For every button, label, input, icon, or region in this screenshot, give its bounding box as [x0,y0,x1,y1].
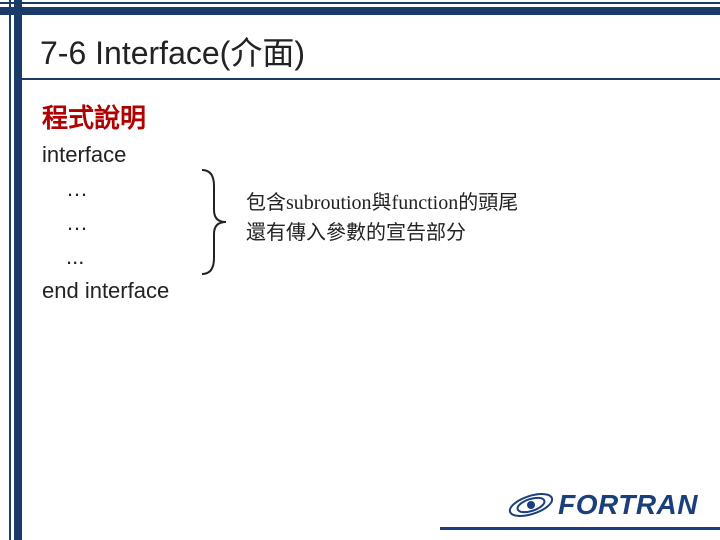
annotation-line-1: 包含subroution與function的頭尾 [246,188,518,218]
decor-top-thick [0,7,720,15]
logo-mark-icon [508,486,554,524]
brace-icon [194,166,234,278]
annotation-line-2: 還有傳入參數的宣告部分 [246,218,518,248]
decor-left-thick [14,0,22,540]
section-heading: 程式說明 [42,98,146,135]
logo-underline [440,527,720,530]
decor-left-thin [9,0,11,540]
code-block: interface … … ... end interface [42,138,169,308]
logo-text: FORTRAN [558,489,698,521]
code-line-interface: interface [42,138,169,172]
decor-top-thin [0,2,720,4]
code-line-end: end interface [42,274,169,308]
title-underline [22,78,720,80]
annotation-block: 包含subroution與function的頭尾 還有傳入參數的宣告部分 [246,188,518,248]
slide-title: 7-6 Interface(介面) [40,28,305,74]
code-line-ellipsis-3: ... [42,240,169,274]
code-line-ellipsis-2: … [42,206,169,240]
code-line-ellipsis-1: … [42,172,169,206]
fortran-logo: FORTRAN [508,486,698,524]
